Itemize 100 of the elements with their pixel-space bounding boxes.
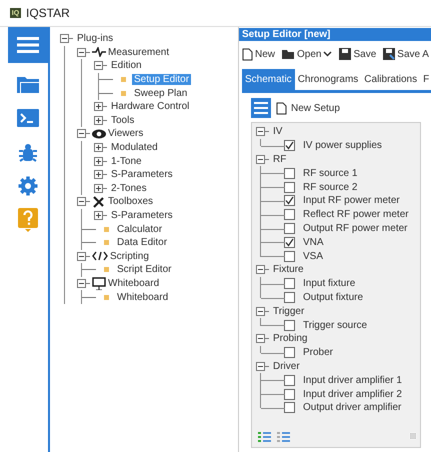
tree-item[interactable]: Plug-ins xyxy=(75,33,116,44)
checkbox[interactable] xyxy=(284,278,295,290)
toolbar-button[interactable]: Save A xyxy=(383,48,429,60)
check-icon xyxy=(285,196,294,206)
tree-item[interactable]: IV xyxy=(271,126,284,138)
tree-item[interactable]: Whiteboard xyxy=(106,278,162,289)
checkbox[interactable] xyxy=(284,320,295,331)
leaf-icon xyxy=(104,267,109,272)
expand-toggle[interactable] xyxy=(256,306,265,316)
document-icon xyxy=(276,102,287,114)
checkbox[interactable] xyxy=(284,292,295,303)
check-icon xyxy=(285,238,294,247)
floppy-icon xyxy=(383,48,396,60)
tree-item[interactable]: Driver xyxy=(271,360,302,372)
tree-item[interactable]: RF xyxy=(271,154,288,165)
leaf-icon xyxy=(104,226,109,232)
tree-item[interactable]: Modulated xyxy=(109,142,160,154)
folder-icon xyxy=(17,75,39,93)
expand-toggle[interactable] xyxy=(94,61,103,70)
tab[interactable]: F xyxy=(420,69,431,90)
tree-item[interactable]: Sweep Plan xyxy=(132,88,190,99)
tree-item[interactable]: Toolboxes xyxy=(106,196,156,208)
tree-item[interactable]: Probing xyxy=(271,333,310,344)
tree-item[interactable]: Trigger xyxy=(271,306,306,317)
expand-toggle[interactable] xyxy=(77,278,86,288)
plus-icon xyxy=(95,144,102,152)
terminal-icon xyxy=(17,109,39,127)
checkbox[interactable] xyxy=(284,347,295,358)
checkbox[interactable] xyxy=(284,374,295,386)
tree-item[interactable]: Whiteboard xyxy=(115,292,170,303)
sidebar-button[interactable] xyxy=(8,27,48,63)
expand-toggle[interactable] xyxy=(94,170,103,180)
checkbox[interactable] xyxy=(284,250,295,262)
toolbar-button[interactable]: New xyxy=(242,48,276,60)
tree-item[interactable]: Tools xyxy=(109,114,136,126)
tree-item[interactable]: Measurement xyxy=(106,46,172,58)
checkbox[interactable] xyxy=(284,168,295,179)
expand-toggle[interactable] xyxy=(94,156,103,166)
checkbox[interactable] xyxy=(284,195,295,206)
checkbox-label: RF source 1 xyxy=(302,168,358,179)
expand-toggle[interactable] xyxy=(256,265,265,274)
tab[interactable]: Calibrations xyxy=(361,69,420,90)
tree-item[interactable]: Fixture xyxy=(271,264,306,276)
checkbox[interactable] xyxy=(284,140,295,152)
expand-toggle[interactable] xyxy=(77,48,86,57)
toolbar-button[interactable]: Save xyxy=(339,48,376,60)
expand-toggle[interactable] xyxy=(256,362,265,371)
tree-item[interactable]: S-Parameters xyxy=(109,210,175,222)
new-setup-button[interactable]: New Setup xyxy=(276,102,340,114)
expand-toggle[interactable] xyxy=(256,127,265,136)
leaf-icon xyxy=(121,90,126,96)
floppy-icon xyxy=(339,48,352,60)
check-icon xyxy=(285,141,294,150)
whiteboard-icon xyxy=(92,276,106,290)
bug-icon xyxy=(18,142,38,162)
resize-grip[interactable] xyxy=(410,433,416,439)
toolbar-button[interactable]: Open xyxy=(282,48,332,60)
checkbox[interactable] xyxy=(284,182,295,193)
checkbox[interactable] xyxy=(284,402,295,414)
pulse-icon xyxy=(92,47,106,58)
tab[interactable]: Schematic xyxy=(242,69,295,90)
tree-item[interactable]: Data Editor xyxy=(115,237,170,248)
tools-icon xyxy=(92,195,106,208)
tree-item[interactable]: Scripting xyxy=(108,250,151,262)
expand-toggle[interactable] xyxy=(77,197,86,206)
expand-toggle[interactable] xyxy=(94,116,103,125)
expand-toggle[interactable] xyxy=(77,129,86,138)
expand-toggle[interactable] xyxy=(94,211,103,220)
tree-item[interactable]: 1-Tone xyxy=(109,156,144,167)
tree-item[interactable]: Hardware Control xyxy=(109,101,192,112)
expand-toggle[interactable] xyxy=(94,184,103,193)
tree-item[interactable]: Script Editor xyxy=(115,264,174,276)
code-icon xyxy=(92,251,108,262)
checkbox-label: Input driver amplifier 2 xyxy=(302,388,403,400)
checkbox-label: IV power supplies xyxy=(302,140,383,152)
checkbox[interactable] xyxy=(284,388,295,400)
expand-toggle[interactable] xyxy=(256,334,265,344)
checked-list-icon xyxy=(258,430,271,442)
plus-icon xyxy=(95,116,102,124)
expand-toggle[interactable] xyxy=(94,102,103,112)
checkbox-label: VSA xyxy=(302,250,324,262)
checkbox[interactable] xyxy=(284,236,295,248)
checkbox-label: Trigger source xyxy=(302,320,368,331)
tree-item[interactable]: Edition xyxy=(109,60,144,72)
tree-item[interactable]: S-Parameters xyxy=(109,169,175,180)
tree-item[interactable]: Viewers xyxy=(106,128,146,140)
tree-item[interactable]: Calculator xyxy=(115,224,164,235)
checkbox[interactable] xyxy=(284,222,295,234)
checkbox-label: Prober xyxy=(302,347,334,358)
tree-item[interactable]: 2-Tones xyxy=(109,182,149,194)
expand-toggle[interactable] xyxy=(77,252,86,261)
checkbox[interactable] xyxy=(284,209,295,220)
checkbox-label: VNA xyxy=(302,236,325,248)
menu-button[interactable] xyxy=(251,98,271,118)
expand-toggle[interactable] xyxy=(94,143,103,152)
tab[interactable]: Chronograms xyxy=(294,69,362,90)
window-title: IQSTAR xyxy=(26,6,70,20)
expand-toggle[interactable] xyxy=(60,34,69,44)
expand-toggle[interactable] xyxy=(256,154,265,164)
plus-icon xyxy=(95,212,102,220)
